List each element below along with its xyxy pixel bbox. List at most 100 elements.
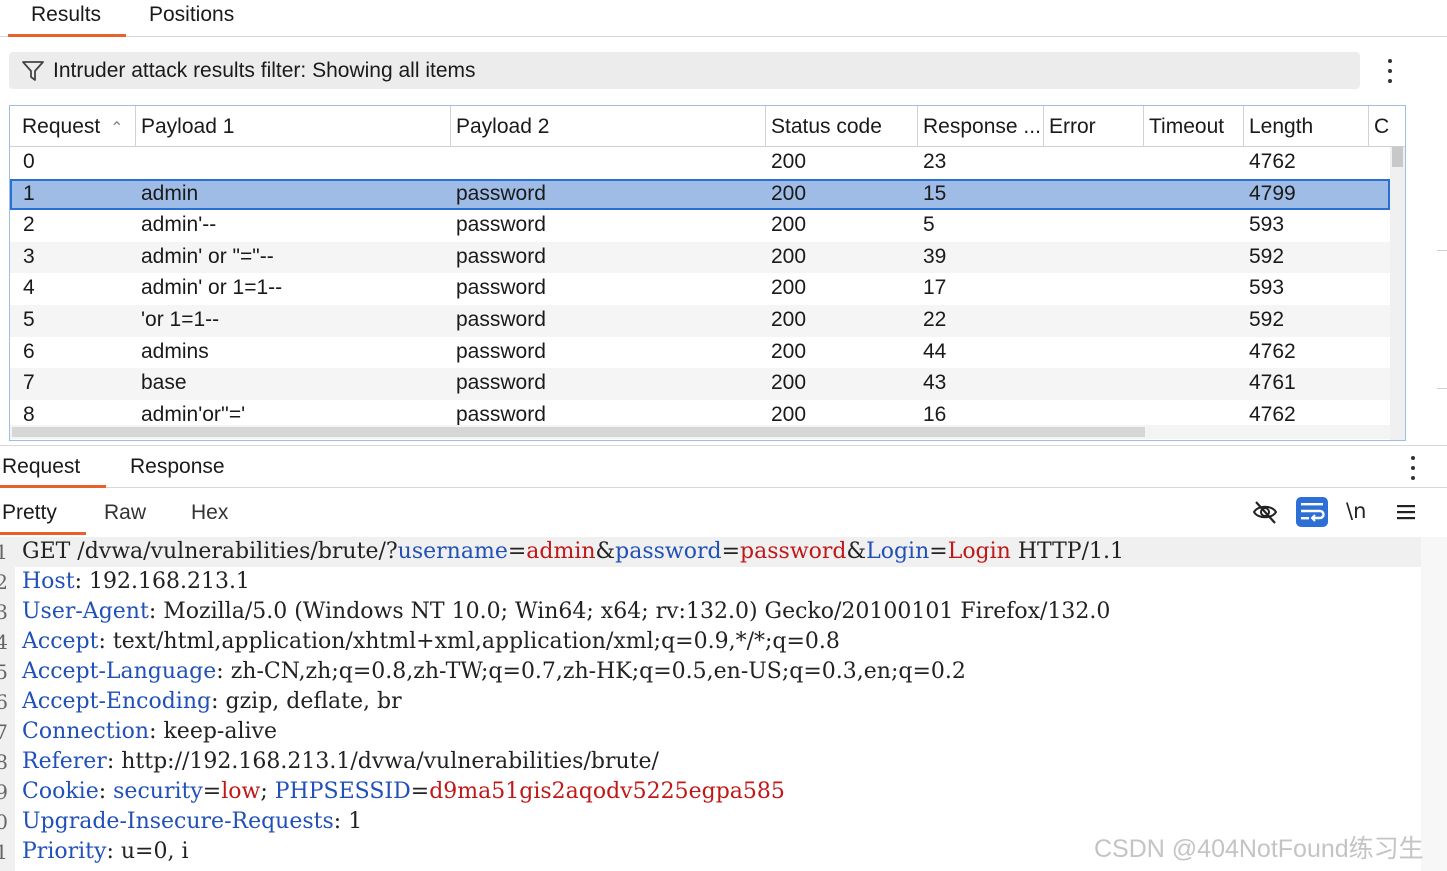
table-cell: admin' or 1=1-- [141, 276, 283, 300]
code-line: 5 Accept-Language: zh-CN,zh;q=0.8,zh-TW;q… [0, 659, 966, 684]
request-response-tabs: Request Response [0, 446, 1447, 488]
table-cell: 200 [771, 339, 807, 363]
table-cell: 200 [771, 371, 807, 395]
table-cell: 7 [23, 371, 35, 395]
show-newlines-button[interactable]: \n [1346, 499, 1366, 529]
table-horizontal-scrollbar[interactable] [10, 425, 1390, 439]
table-cell: 4762 [1249, 402, 1296, 426]
table-cell: 6 [23, 339, 35, 363]
table-row[interactable]: 4 admin' or 1=1-- password 200 17 593 [10, 273, 1390, 305]
code-line: 7 Connection: keep-alive [0, 719, 278, 744]
table-cell: admins [141, 339, 209, 363]
tab-response[interactable]: Response [130, 455, 225, 488]
table-cell: 593 [1249, 213, 1285, 237]
table-cell: password [456, 276, 546, 300]
top-tab-bar: Results Positions [0, 0, 1447, 37]
table-cell: 39 [923, 244, 947, 268]
table-cell: password [456, 339, 546, 363]
table-cell: 15 [923, 181, 947, 205]
table-header: Request ⌃ Payload 1 Payload 2 Status cod… [10, 106, 1405, 147]
column-header-length[interactable]: Length [1244, 106, 1369, 147]
table-cell: 200 [771, 181, 807, 205]
table-cell: 16 [923, 402, 947, 426]
editor-scrollbar[interactable] [1421, 537, 1447, 871]
table-cell: 5 [23, 308, 35, 331]
tab-results[interactable]: Results [8, 3, 126, 37]
code-line: 6 Accept-Encoding: gzip, deflate, br [0, 689, 402, 714]
table-row[interactable]: 0 200 23 4762 [10, 147, 1390, 179]
menu-icon[interactable] [1396, 497, 1416, 527]
word-wrap-icon[interactable] [1296, 497, 1328, 527]
table-row[interactable]: 5 'or 1=1-- password 200 22 592 [10, 305, 1390, 337]
filter-icon [22, 61, 44, 81]
column-header-status-code[interactable]: Status code [766, 106, 918, 147]
column-header-request[interactable]: Request ⌃ [10, 106, 136, 147]
table-cell: 200 [771, 402, 807, 426]
table-cell: 5 [923, 213, 935, 237]
tab-hex[interactable]: Hex [191, 501, 228, 535]
code-line: 3 User-Agent: Mozilla/5.0 (Windows NT 10.… [0, 599, 1111, 624]
results-filter-bar[interactable]: Intruder attack results filter: Showing … [9, 52, 1360, 89]
table-cell: password [456, 308, 546, 331]
table-cell: 4799 [1249, 181, 1296, 205]
filter-label: Intruder attack results filter: Showing … [53, 59, 476, 82]
table-cell: 2 [23, 213, 35, 237]
table-cell: admin' or "="-- [141, 244, 274, 268]
table-cell: 4762 [1249, 339, 1296, 363]
table-cell: 44 [923, 339, 947, 363]
table-row[interactable]: 1 admin password 200 15 4799 [10, 178, 1390, 211]
table-cell: base [141, 371, 187, 395]
table-cell: 3 [23, 244, 35, 268]
table-cell: 200 [771, 308, 807, 331]
column-header-comment[interactable]: C [1369, 106, 1405, 147]
code-line: 4 Accept: text/html,application/xhtml+xml… [0, 629, 840, 654]
table-cell: 4762 [1249, 150, 1296, 173]
table-cell: 0 [23, 150, 35, 173]
table-cell: 593 [1249, 276, 1285, 300]
table-cell: 200 [771, 244, 807, 268]
results-table: Request ⌃ Payload 1 Payload 2 Status cod… [9, 105, 1406, 441]
more-options-icon[interactable] [1384, 57, 1396, 85]
table-cell: 1 [23, 181, 35, 205]
table-cell: 200 [771, 150, 807, 173]
column-header-error[interactable]: Error [1044, 106, 1144, 147]
column-header-timeout[interactable]: Timeout [1144, 106, 1244, 147]
column-header-response-time[interactable]: Response ... [918, 106, 1044, 147]
request-editor[interactable]: 1 GET /dvwa/vulnerabilities/brute/?usern… [0, 537, 1421, 871]
panel-more-options-icon[interactable] [1407, 454, 1419, 482]
table-row[interactable]: 6 admins password 200 44 4762 [10, 337, 1390, 369]
table-cell: 8 [23, 402, 35, 426]
sort-ascending-icon: ⌃ [110, 120, 124, 137]
table-row[interactable]: 3 admin' or "="-- password 200 39 592 [10, 241, 1390, 274]
hide-eye-icon[interactable] [1251, 497, 1279, 527]
column-header-payload-1[interactable]: Payload 1 [136, 106, 451, 147]
table-cell: 17 [923, 276, 947, 300]
watermark: CSDN @404NotFound练习生 [1094, 835, 1424, 863]
table-cell: 592 [1249, 244, 1285, 268]
code-line: 8 Referer: http://192.168.213.1/dvwa/vuln… [0, 749, 659, 774]
tab-positions[interactable]: Positions [149, 3, 234, 37]
column-header-payload-2[interactable]: Payload 2 [451, 106, 766, 147]
table-cell: admin [141, 181, 199, 205]
table-vertical-scrollbar[interactable] [1390, 147, 1405, 440]
table-cell: password [456, 244, 546, 268]
table-cell: 592 [1249, 308, 1285, 331]
table-cell: password [456, 181, 546, 205]
table-row[interactable]: 7 base password 200 43 4761 [10, 368, 1390, 400]
table-cell: password [456, 402, 546, 426]
table-cell: 200 [771, 213, 807, 237]
tab-pretty[interactable]: Pretty [0, 501, 86, 535]
view-mode-tabs: Pretty Raw Hex [0, 489, 1447, 535]
code-line: 1 GET /dvwa/vulnerabilities/brute/?usern… [0, 537, 1421, 567]
tab-raw[interactable]: Raw [104, 501, 146, 535]
table-cell: 43 [923, 371, 947, 395]
tab-request[interactable]: Request [0, 455, 106, 488]
table-cell: admin'or''=' [141, 402, 246, 426]
table-cell: 4761 [1249, 371, 1296, 395]
table-cell: 4 [23, 276, 35, 300]
table-cell: 23 [923, 150, 947, 173]
table-row[interactable]: 2 admin'-- password 200 5 593 [10, 210, 1390, 242]
table-cell: 200 [771, 276, 807, 300]
table-cell: 'or 1=1-- [141, 308, 220, 331]
table-cell: password [456, 213, 546, 237]
